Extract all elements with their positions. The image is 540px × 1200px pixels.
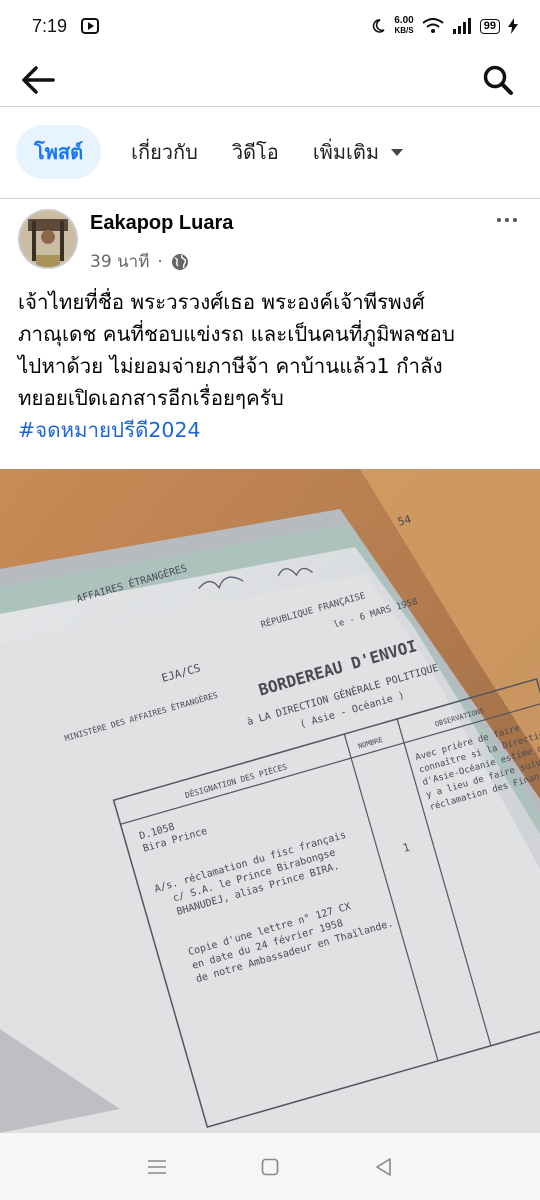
square-icon — [261, 1158, 279, 1175]
network-speed-value: 6.00 — [394, 15, 414, 26]
top-bar — [0, 52, 540, 106]
youtube-notification-icon — [81, 18, 100, 34]
battery-indicator: 99 — [479, 18, 500, 34]
search-button[interactable] — [478, 60, 518, 100]
document-photo: AFFAIRES ÉTRANGÈRES MINISTÈRE DES AFFAIR… — [0, 469, 540, 1133]
hashtag-link[interactable]: #จดหมายปรีดี2024 — [18, 414, 528, 446]
header-divider — [0, 106, 540, 107]
tab-videos[interactable]: วิดีโอ — [228, 125, 283, 179]
post-time[interactable]: 39 นาที — [90, 248, 149, 275]
tab-more[interactable]: เพิ่มเติม — [309, 125, 407, 179]
dot — [513, 218, 517, 222]
dot — [497, 218, 501, 222]
profile-tabs: โพสต์ เกี่ยวกับ วิดีโอ เพิ่มเติม — [16, 122, 407, 182]
avatar[interactable] — [18, 209, 78, 269]
wifi-icon — [422, 18, 444, 33]
menu-lines-icon — [147, 1159, 166, 1174]
tab-about[interactable]: เกี่ยวกับ — [127, 125, 202, 179]
recents-button[interactable] — [137, 1147, 177, 1187]
status-icons: 6.00 KB/S 99 — [370, 16, 518, 36]
tab-more-label: เพิ่มเติม — [312, 140, 380, 164]
charging-icon — [508, 18, 518, 34]
signal-icon — [452, 18, 471, 34]
post-header: Eakapop Luara 39 นาที · — [0, 204, 540, 274]
post-text-line: ทยอยเปิดเอกสารอีกเรื่อยๆครับ — [18, 386, 284, 410]
clock: 7:19 — [32, 15, 68, 36]
network-speed-unit: KB/S — [394, 26, 414, 35]
post-text-line: ภาณุเดช คนที่ชอบแข่งรถ และเป็นคนที่ภูมิพ… — [18, 322, 455, 346]
home-button[interactable] — [250, 1147, 290, 1187]
globe-icon — [171, 253, 188, 270]
tabs-divider — [0, 198, 540, 199]
tab-posts-label: โพสต์ — [34, 140, 84, 164]
author-name[interactable]: Eakapop Luara — [90, 212, 233, 235]
caret-down-icon — [391, 148, 404, 156]
arrow-left-icon — [22, 66, 55, 94]
system-nav-bar — [0, 1133, 540, 1200]
post-text-line: ไปหาด้วย ไม่ยอมจ่ายภาษีจ้า คาบ้านแล้ว1 ก… — [18, 354, 443, 378]
tab-about-label: เกี่ยวกับ — [131, 140, 198, 164]
moon-icon — [373, 19, 385, 33]
post-photo[interactable]: AFFAIRES ÉTRANGÈRES MINISTÈRE DES AFFAIR… — [0, 469, 540, 1133]
post-body: เจ้าไทยที่ชื่อ พระวรวงศ์เธอ พระองค์เจ้าพ… — [18, 286, 528, 446]
meta-separator: · — [157, 251, 163, 272]
search-icon — [483, 65, 513, 95]
more-options-button[interactable] — [492, 210, 522, 230]
system-back-button[interactable] — [363, 1147, 403, 1187]
network-speed: 6.00 KB/S — [394, 16, 413, 36]
tab-posts[interactable]: โพสต์ — [16, 125, 102, 179]
dot — [505, 218, 509, 222]
avatar-image — [20, 211, 76, 267]
triangle-back-icon — [376, 1157, 392, 1176]
post-text-line: เจ้าไทยที่ชื่อ พระวรวงศ์เธอ พระองค์เจ้าพ… — [18, 290, 425, 314]
back-button[interactable] — [18, 60, 58, 100]
tab-videos-label: วิดีโอ — [231, 140, 279, 164]
status-bar: 7:19 6.00 KB/S 99 — [0, 0, 540, 52]
post-meta: 39 นาที · — [90, 248, 189, 275]
